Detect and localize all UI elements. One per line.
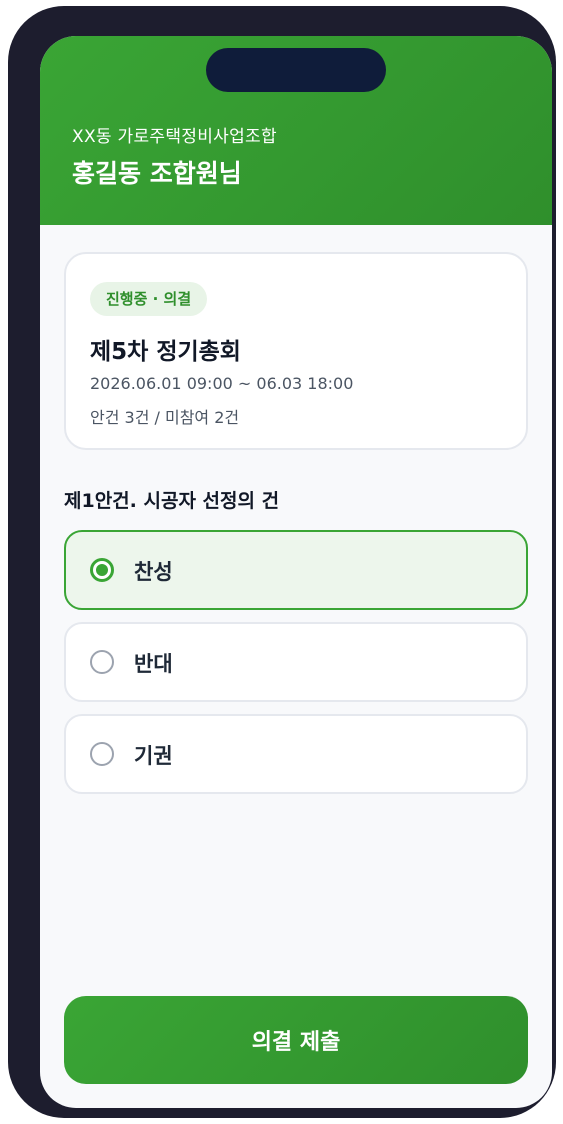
radio-unselected-icon[interactable] xyxy=(90,650,114,674)
app-header: XX동 가로주택정비사업조합 홍길동 조합원님 xyxy=(40,36,552,225)
submit-vote-label: 의결 제출 xyxy=(251,1030,341,1055)
radio-selected-icon[interactable] xyxy=(90,558,114,582)
vote-option-abstain[interactable]: 기권 xyxy=(64,714,528,794)
meeting-title: 제5차 정기총회 xyxy=(90,339,241,365)
member-name: 홍길동 조합원님 xyxy=(72,159,242,188)
radio-unselected-icon[interactable] xyxy=(90,742,114,766)
app-screen: XX동 가로주택정비사업조합 홍길동 조합원님 진행중 · 의결 제5차 정기총… xyxy=(40,36,552,1108)
option-label: 기권 xyxy=(134,744,173,768)
meeting-period: 2026.06.01 09:00 ~ 06.03 18:00 xyxy=(90,374,354,393)
phone-frame: XX동 가로주택정비사업조합 홍길동 조합원님 진행중 · 의결 제5차 정기총… xyxy=(8,6,556,1118)
union-name: XX동 가로주택정비사업조합 xyxy=(72,127,277,147)
option-label: 찬성 xyxy=(134,560,173,584)
meeting-summary: 안건 3건 / 미참여 2건 xyxy=(90,408,240,427)
vote-option-oppose[interactable]: 반대 xyxy=(64,622,528,702)
option-label: 반대 xyxy=(134,652,173,676)
status-badge: 진행중 · 의결 xyxy=(90,282,208,316)
agenda-title: 제1안건. 시공자 선정의 건 xyxy=(64,490,280,512)
vote-option-approve[interactable]: 찬성 xyxy=(64,530,528,610)
dynamic-island xyxy=(206,48,386,92)
meeting-card: 진행중 · 의결 제5차 정기총회 2026.06.01 09:00 ~ 06.… xyxy=(64,252,528,450)
submit-vote-button[interactable]: 의결 제출 xyxy=(64,996,528,1084)
